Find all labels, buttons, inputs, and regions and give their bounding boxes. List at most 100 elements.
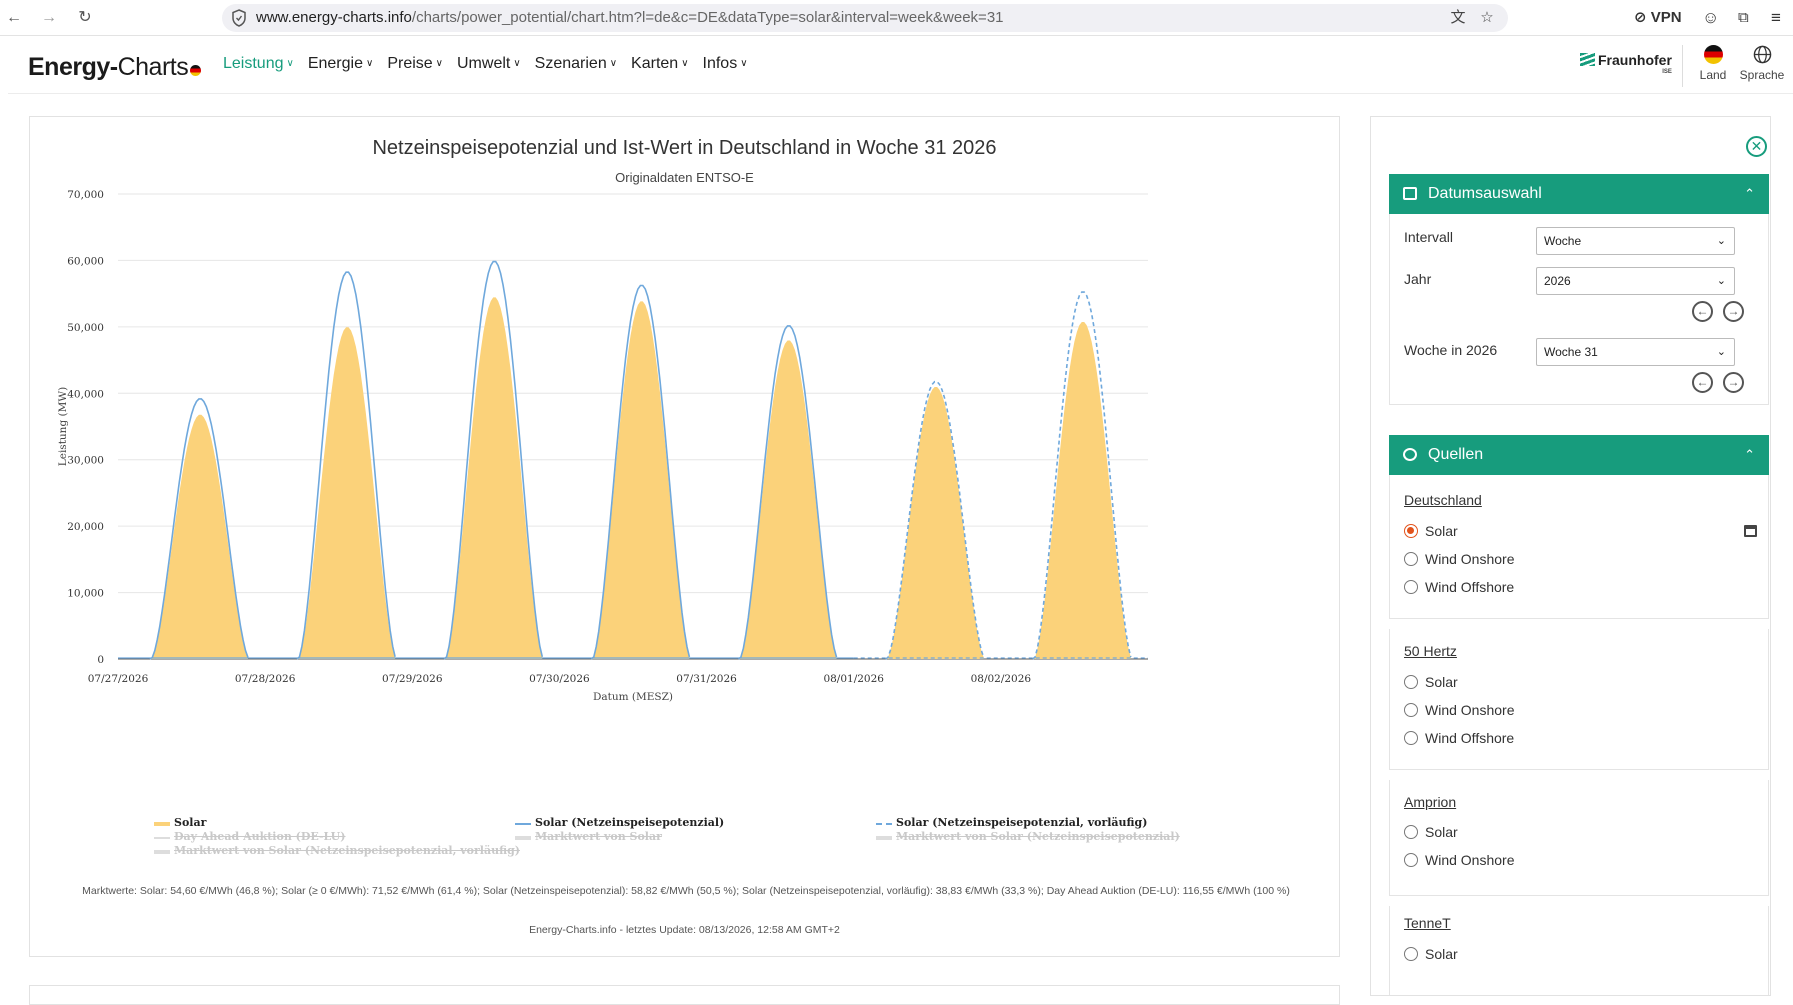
language-button[interactable]: Sprache xyxy=(1737,45,1787,82)
x-tick-label: 07/30/2026 xyxy=(529,673,590,685)
radio-50hertz-wind-onshore[interactable]: Wind Onshore xyxy=(1404,702,1514,718)
chart-title: Netzeinspeisepotenzial und Ist-Wert in D… xyxy=(372,137,997,159)
radio-deutschland-solar[interactable]: Solar xyxy=(1404,523,1458,539)
extensions-icon[interactable]: ⧉ xyxy=(1738,7,1749,29)
radio-tennet-solar[interactable]: Solar xyxy=(1404,946,1458,962)
y-tick-label: 20,000 xyxy=(67,521,104,533)
legend-marktwert-potential[interactable]: Marktwert von Solar (Netzeinspeisepotenz… xyxy=(876,830,1180,843)
radio-deutschland-wind-onshore[interactable]: Wind Onshore xyxy=(1404,551,1514,567)
translate-icon[interactable]: 文 xyxy=(1449,9,1467,27)
country-label: Land xyxy=(1699,68,1727,82)
url-text: www.energy-charts.info/charts/power_pote… xyxy=(256,9,1004,26)
fraunhofer-logo[interactable]: Fraunhofer ISE xyxy=(1580,52,1672,75)
year-next-button[interactable]: → xyxy=(1723,301,1744,322)
radio-icon xyxy=(1404,675,1418,689)
chevron-down-icon: ⌄ xyxy=(1716,275,1726,287)
radio-amprion-solar[interactable]: Solar xyxy=(1404,824,1458,840)
radio-checked-icon xyxy=(1404,524,1418,538)
vpn-button[interactable]: ⊘ VPN xyxy=(1634,7,1682,29)
chevron-down-icon: ∨ xyxy=(681,58,689,69)
germany-flag-icon xyxy=(1703,45,1723,64)
week-next-button[interactable]: → xyxy=(1723,372,1744,393)
menu-item-szenarien[interactable]: Szenarien ∨ xyxy=(535,55,617,73)
chevron-up-icon: ⌃ xyxy=(1744,447,1755,462)
y-axis-label: Leistung (MW) xyxy=(57,387,69,466)
group-title-amprion[interactable]: Amprion xyxy=(1404,794,1456,810)
solar-area-day xyxy=(1032,322,1131,659)
datum-section-header[interactable]: Datumsauswahl ⌃ xyxy=(1389,174,1769,214)
year-prev-button[interactable]: ← xyxy=(1692,301,1713,322)
menu-item-preise[interactable]: Preise ∨ xyxy=(387,55,443,73)
forward-arrow-icon[interactable]: → xyxy=(38,7,60,29)
radio-50hertz-wind-offshore[interactable]: Wind Offshore xyxy=(1404,730,1514,746)
reload-icon[interactable]: ↻ xyxy=(74,7,96,29)
country-button[interactable]: Land xyxy=(1688,45,1738,82)
site-header: Energy-Charts Leistung ∨ Energie ∨ Preise ∨ Um… xyxy=(8,37,1793,94)
close-panel-button[interactable]: ✕ xyxy=(1746,136,1767,157)
sources-icon xyxy=(1403,448,1417,461)
week-select[interactable]: Woche 31 ⌄ xyxy=(1536,338,1735,366)
calendar-icon[interactable] xyxy=(1744,525,1757,537)
y-tick-label: 70,000 xyxy=(67,189,104,201)
chevron-down-icon: ∨ xyxy=(365,58,374,69)
y-tick-label: 60,000 xyxy=(67,255,104,267)
x-tick-label: 07/27/2026 xyxy=(88,673,149,685)
legend-swatch xyxy=(154,822,170,826)
menu-icon[interactable]: ≡ xyxy=(1771,7,1781,29)
radio-deutschland-wind-offshore[interactable]: Wind Offshore xyxy=(1404,579,1514,595)
quellen-section-header[interactable]: Quellen ⌃ xyxy=(1389,435,1769,475)
chevron-down-icon: ⌄ xyxy=(1716,235,1726,247)
germany-flag-icon xyxy=(190,65,202,76)
solar-area-day xyxy=(885,387,984,659)
chevron-down-icon: ∨ xyxy=(513,58,521,69)
radio-icon xyxy=(1404,552,1418,566)
radio-amprion-wind-onshore[interactable]: Wind Onshore xyxy=(1404,852,1514,868)
solar-area-day xyxy=(297,327,396,659)
account-icon[interactable]: ☺ xyxy=(1702,7,1719,29)
radio-icon xyxy=(1404,580,1418,594)
week-prev-button[interactable]: ← xyxy=(1692,372,1713,393)
y-tick-label: 30,000 xyxy=(67,455,104,467)
browser-toolbar: ← → ↻ www.energy-charts.info/charts/powe… xyxy=(0,0,1793,36)
legend-marktwert-solar[interactable]: Marktwert von Solar xyxy=(515,830,662,843)
calendar-icon xyxy=(1403,187,1417,200)
solar-area-day xyxy=(444,297,543,659)
shield-icon xyxy=(232,9,246,27)
group-title-50hertz[interactable]: 50 Hertz xyxy=(1404,643,1457,659)
menu-item-label: Energie xyxy=(307,55,363,72)
back-arrow-icon[interactable]: ← xyxy=(3,7,25,29)
menu-item-karten[interactable]: Karten ∨ xyxy=(631,55,688,73)
year-label: Jahr xyxy=(1404,271,1432,287)
menu-item-label: Szenarien xyxy=(534,55,607,72)
legend-solar-potential-preliminary[interactable]: Solar (Netzeinspeisepotenzial, vorläufig… xyxy=(876,816,1147,829)
menu-item-label: Umwelt xyxy=(457,55,511,72)
menu-item-label: Karten xyxy=(631,55,679,72)
legend-solar-potential[interactable]: Solar (Netzeinspeisepotenzial) xyxy=(515,816,724,829)
address-bar[interactable]: www.energy-charts.info/charts/power_pote… xyxy=(222,4,1508,32)
x-tick-label: 08/01/2026 xyxy=(823,673,884,685)
x-tick-label: 08/02/2026 xyxy=(971,673,1032,685)
menu-item-label: Infos xyxy=(702,55,738,72)
solar-area-day xyxy=(591,301,690,659)
group-title-tennet[interactable]: TenneT xyxy=(1404,915,1451,931)
menu-item-umwelt[interactable]: Umwelt ∨ xyxy=(457,55,521,73)
legend-marktwert-preliminary[interactable]: Marktwert von Solar (Netzeinspeisepotenz… xyxy=(154,844,520,857)
legend-solar[interactable]: Solar xyxy=(154,816,206,829)
menu-item-energie[interactable]: Energie ∨ xyxy=(308,55,373,73)
language-label: Sprache xyxy=(1739,68,1785,82)
legend-day-ahead[interactable]: Day Ahead Auktion (DE-LU) xyxy=(154,830,345,843)
menu-item-infos[interactable]: Infos ∨ xyxy=(703,55,748,73)
menu-item-leistung[interactable]: Leistung ∨ xyxy=(223,55,294,73)
globe-icon xyxy=(1753,45,1771,64)
radio-icon xyxy=(1404,825,1418,839)
bookmark-star-icon[interactable]: ☆ xyxy=(1478,9,1496,27)
year-select[interactable]: 2026 ⌄ xyxy=(1536,267,1735,295)
solar-area-day xyxy=(149,414,248,659)
chevron-down-icon: ∨ xyxy=(435,58,443,69)
group-title-deutschland[interactable]: Deutschland xyxy=(1404,492,1482,508)
radio-50hertz-solar[interactable]: Solar xyxy=(1404,674,1458,690)
energy-charts-logo[interactable]: Energy-Charts xyxy=(28,53,202,82)
interval-select[interactable]: Woche ⌄ xyxy=(1536,227,1735,255)
fraunhofer-mark-icon xyxy=(1580,53,1595,66)
market-values-note: Marktwerte: Solar: 54,60 €/MWh (46,8 %);… xyxy=(82,885,1290,897)
